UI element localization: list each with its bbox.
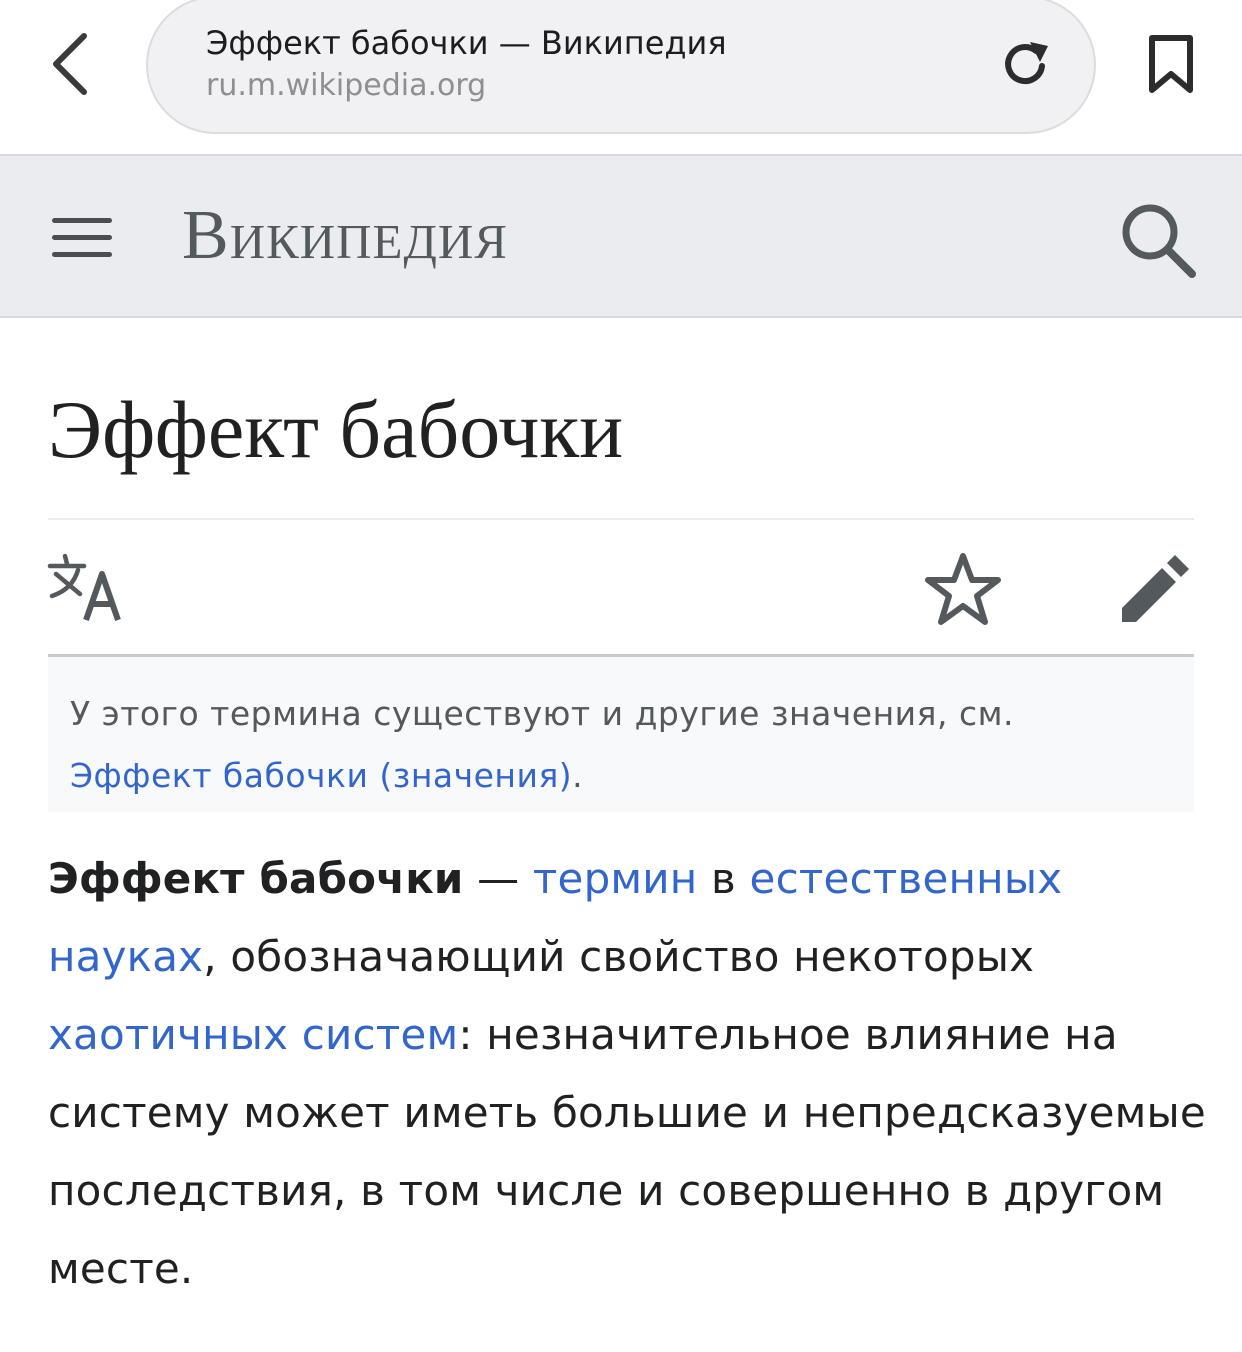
edit-button[interactable] — [1118, 552, 1192, 626]
search-button[interactable] — [1118, 200, 1198, 280]
bookmark-icon — [1149, 35, 1193, 93]
page-title: Эффект бабочки — [48, 384, 624, 475]
hatnote-period: . — [572, 756, 584, 795]
title-divider — [48, 518, 1194, 520]
address-bar[interactable]: Эффект бабочки — Википедия ru.m.wikipedi… — [146, 0, 1096, 134]
lead-term: Эффект бабочки — [48, 854, 464, 903]
chevron-left-icon — [53, 33, 87, 95]
wiki-header: Википедия — [0, 154, 1242, 318]
reload-button[interactable] — [998, 36, 1054, 92]
search-icon — [1122, 204, 1196, 278]
language-icon — [47, 553, 121, 621]
bookmark-button[interactable] — [1146, 34, 1196, 94]
watch-button[interactable] — [924, 550, 1002, 628]
tab-page-title: Эффект бабочки — Википедия — [206, 24, 727, 62]
main-menu-button[interactable] — [52, 218, 112, 262]
hatnote-text: У этого термина существуют и другие знач… — [70, 694, 1014, 733]
link-chaotic-systems[interactable]: хаотичных систем — [48, 1010, 458, 1059]
pencil-icon — [1122, 555, 1189, 622]
disambiguation-link[interactable]: Эффект бабочки (значения) — [70, 756, 572, 795]
browser-toolbar: Эффект бабочки — Википедия ru.m.wikipedi… — [0, 0, 1242, 154]
back-button[interactable] — [40, 28, 100, 100]
url-host: ru.m.wikipedia.org — [206, 68, 487, 103]
wikipedia-wordmark[interactable]: Википедия — [182, 196, 508, 276]
reload-icon — [1005, 42, 1048, 84]
language-button[interactable] — [46, 550, 130, 626]
star-icon — [925, 553, 1001, 625]
hatnote: У этого термина существуют и другие знач… — [48, 654, 1194, 812]
hamburger-menu-icon — [52, 218, 112, 223]
link-term[interactable]: термин — [533, 854, 698, 903]
lead-paragraph: Эффект бабочки — термин в естественных н… — [48, 854, 1206, 1293]
